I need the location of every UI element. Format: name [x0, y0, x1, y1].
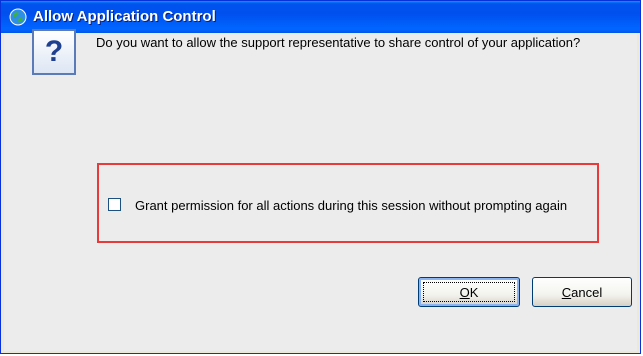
- globe-icon: [9, 8, 27, 26]
- dialog-window: Allow Application Control ? Do you want …: [0, 0, 641, 354]
- question-text: Do you want to allow the support represe…: [96, 35, 581, 50]
- ok-button[interactable]: OK: [418, 277, 520, 307]
- ok-mnemonic: O: [459, 284, 470, 300]
- question-icon: ?: [32, 29, 76, 75]
- grant-permission-label[interactable]: Grant permission for all actions during …: [135, 198, 590, 213]
- cancel-mnemonic: C: [561, 284, 572, 300]
- ok-button-label: OK: [460, 285, 479, 300]
- grant-permission-checkbox[interactable]: [108, 198, 121, 211]
- window-title: Allow Application Control: [33, 8, 216, 25]
- ok-rest: K: [469, 284, 479, 300]
- title-bar[interactable]: Allow Application Control: [1, 1, 640, 33]
- cancel-rest: ancel: [571, 284, 603, 300]
- cancel-button-label: Cancel: [562, 285, 602, 300]
- cancel-button[interactable]: Cancel: [532, 277, 632, 307]
